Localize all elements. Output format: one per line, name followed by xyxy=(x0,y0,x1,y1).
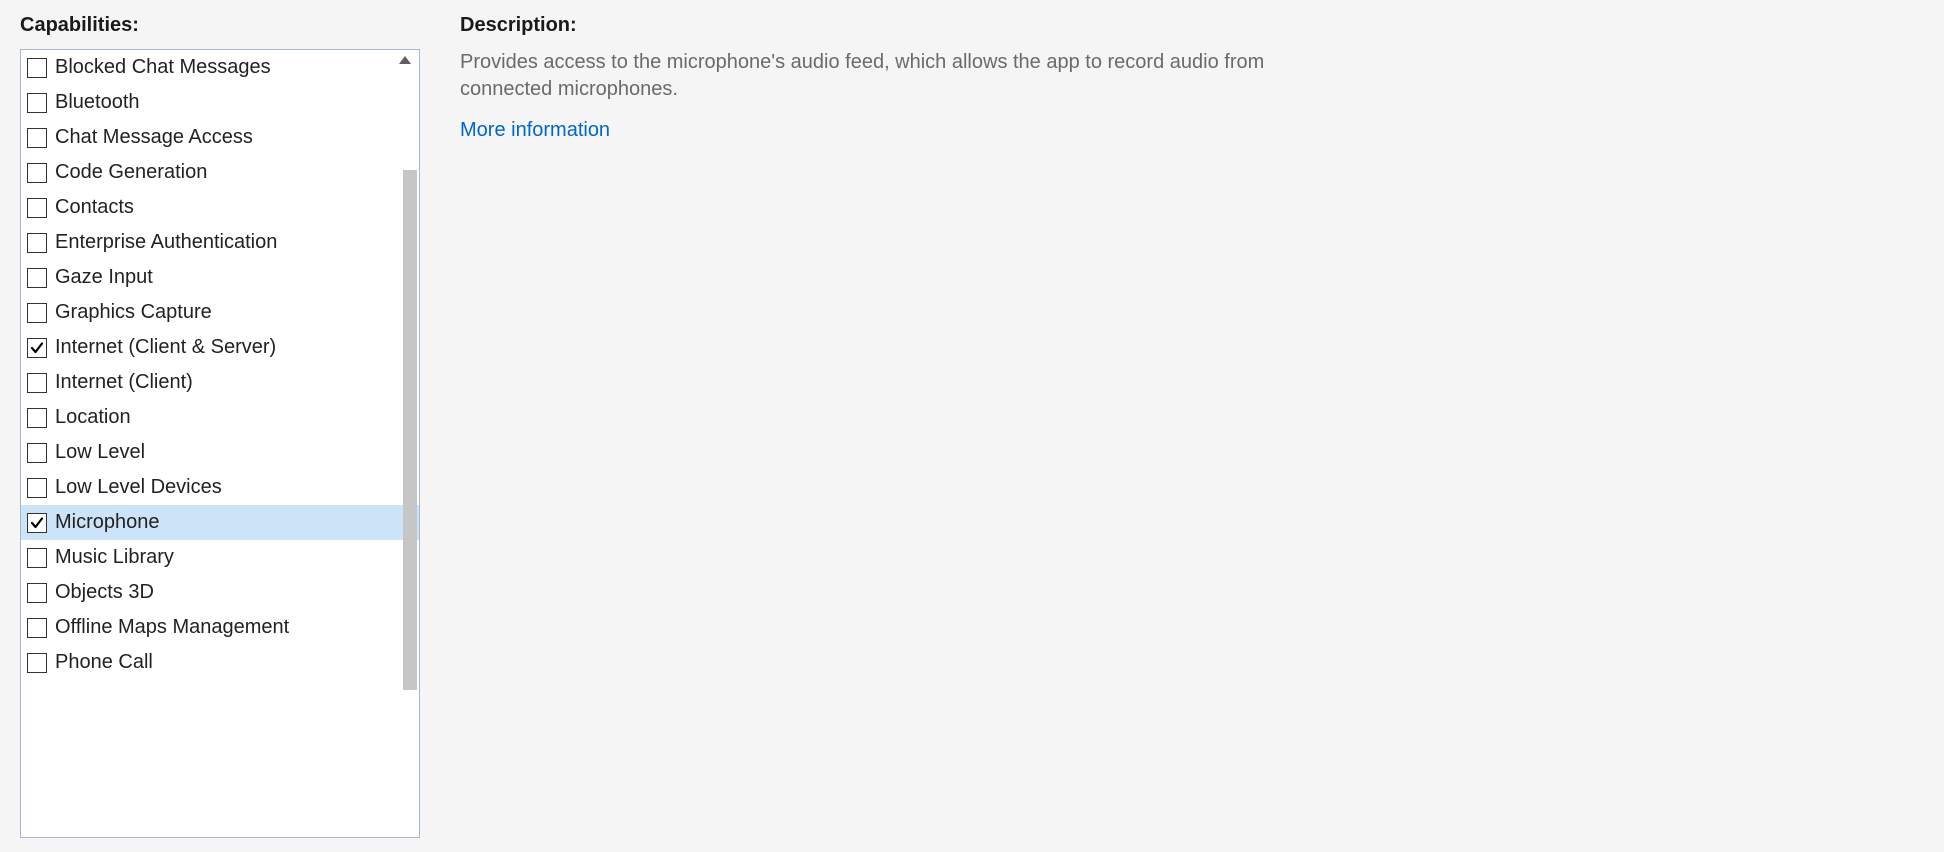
more-information-link[interactable]: More information xyxy=(460,119,1924,142)
capability-checkbox[interactable] xyxy=(27,548,47,568)
capability-checkbox[interactable] xyxy=(27,478,47,498)
capability-checkbox[interactable] xyxy=(27,128,47,148)
capability-checkbox[interactable] xyxy=(27,303,47,323)
capability-checkbox[interactable] xyxy=(27,583,47,603)
capability-checkbox[interactable] xyxy=(27,513,47,533)
scrollbar-thumb[interactable] xyxy=(403,170,417,690)
capability-row[interactable]: Chat Message Access xyxy=(21,120,419,155)
capability-checkbox[interactable] xyxy=(27,198,47,218)
capability-row[interactable]: Contacts xyxy=(21,190,419,225)
capability-row[interactable]: Offline Maps Management xyxy=(21,610,419,645)
capability-row[interactable]: Code Generation xyxy=(21,155,419,190)
capability-row[interactable]: Low Level Devices xyxy=(21,470,419,505)
capability-label: Code Generation xyxy=(55,161,207,184)
capability-label: Microphone xyxy=(55,511,160,534)
capability-row[interactable]: Internet (Client & Server) xyxy=(21,330,419,365)
capability-label: Chat Message Access xyxy=(55,126,253,149)
scroll-up-arrow-icon[interactable] xyxy=(399,56,411,64)
capability-row[interactable]: Microphone xyxy=(21,505,419,540)
capability-row[interactable]: Phone Call xyxy=(21,645,419,680)
capability-label: Blocked Chat Messages xyxy=(55,56,271,79)
capability-label: Low Level Devices xyxy=(55,476,222,499)
capability-row[interactable]: Gaze Input xyxy=(21,260,419,295)
capability-checkbox[interactable] xyxy=(27,233,47,253)
capability-checkbox[interactable] xyxy=(27,163,47,183)
capability-label: Location xyxy=(55,406,131,429)
capability-row[interactable]: Blocked Chat Messages xyxy=(21,50,419,85)
capability-checkbox[interactable] xyxy=(27,373,47,393)
capability-row[interactable]: Objects 3D xyxy=(21,575,419,610)
capability-checkbox[interactable] xyxy=(27,58,47,78)
capability-label: Contacts xyxy=(55,196,134,219)
capability-row[interactable]: Internet (Client) xyxy=(21,365,419,400)
capability-row[interactable]: Graphics Capture xyxy=(21,295,419,330)
capability-label: Graphics Capture xyxy=(55,301,212,324)
capability-checkbox[interactable] xyxy=(27,653,47,673)
capability-label: Internet (Client & Server) xyxy=(55,336,276,359)
capability-label: Phone Call xyxy=(55,651,153,674)
capabilities-listbox[interactable]: Blocked Chat Messages Bluetooth Chat Messa… xyxy=(20,49,420,838)
capability-label: Enterprise Authentication xyxy=(55,231,277,254)
description-text: Provides access to the microphone's audi… xyxy=(460,49,1360,103)
capability-checkbox[interactable] xyxy=(27,268,47,288)
capability-row[interactable]: Bluetooth xyxy=(21,85,419,120)
capability-row[interactable]: Low Level xyxy=(21,435,419,470)
capability-label: Internet (Client) xyxy=(55,371,193,394)
capability-row[interactable]: Location xyxy=(21,400,419,435)
capability-label: Bluetooth xyxy=(55,91,140,114)
capability-label: Offline Maps Management xyxy=(55,616,289,639)
capability-label: Objects 3D xyxy=(55,581,154,604)
capability-label: Music Library xyxy=(55,546,174,569)
capability-checkbox[interactable] xyxy=(27,408,47,428)
capability-checkbox[interactable] xyxy=(27,618,47,638)
capability-checkbox[interactable] xyxy=(27,443,47,463)
capability-row[interactable]: Music Library xyxy=(21,540,419,575)
capabilities-heading: Capabilities: xyxy=(20,14,420,37)
capability-checkbox[interactable] xyxy=(27,338,47,358)
capability-label: Gaze Input xyxy=(55,266,153,289)
description-heading: Description: xyxy=(460,14,1924,37)
capability-checkbox[interactable] xyxy=(27,93,47,113)
capability-label: Low Level xyxy=(55,441,145,464)
capability-row[interactable]: Enterprise Authentication xyxy=(21,225,419,260)
